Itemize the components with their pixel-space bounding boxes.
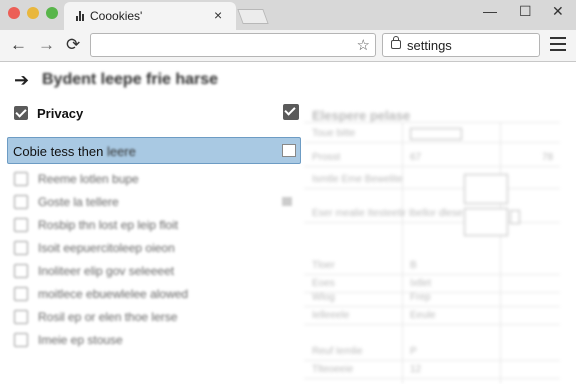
details-row-label: Tloer	[312, 260, 335, 271]
details-row-label: Prosst	[312, 152, 341, 163]
lock-icon	[391, 36, 401, 49]
hamburger-menu-icon[interactable]	[550, 37, 566, 51]
details-widget-3[interactable]	[510, 210, 520, 224]
cookie-options-list: Reeme lotlen bupe Goste la tellere Rosbip …	[14, 170, 304, 354]
new-tab-button[interactable]	[237, 9, 269, 24]
details-row-value: Ixtlet	[410, 278, 432, 289]
details-row-value: 12	[410, 364, 422, 375]
list-item-label: Goste la tellere	[38, 195, 119, 209]
details-row-label: Ielleeele	[312, 310, 350, 321]
details-row-value: B	[410, 260, 417, 271]
details-row-value: 67	[410, 152, 422, 163]
list-item-label: moitlece ebuewlelee alowed	[38, 287, 189, 301]
details-side-value: 78	[542, 152, 554, 163]
details-row-label: Eoes	[312, 278, 335, 289]
zoom-window-dot[interactable]	[46, 7, 58, 19]
list-item-label: Rosil ep or elen thoe lerse	[38, 310, 178, 324]
details-row-label: Wlog	[312, 292, 335, 303]
forward-arrow-icon[interactable]: →	[38, 35, 55, 55]
details-row-value: Frep	[410, 292, 431, 303]
details-row-label: Tlteoeeie	[312, 364, 354, 375]
bookmark-star-icon[interactable]: ☆	[357, 36, 370, 54]
settings-page: ➔ Bydent leepe frie harse Privacy Cobie …	[0, 62, 576, 384]
list-item[interactable]: Imeie ep stouse	[14, 331, 304, 354]
arrow-right-icon: ➔	[14, 70, 30, 90]
list-item-checkbox[interactable]	[14, 172, 28, 186]
list-item-checkbox[interactable]	[14, 333, 28, 347]
details-heading: Elespere pelase	[312, 108, 411, 123]
maximize-icon[interactable]: ☐	[519, 3, 532, 20]
details-row-label: Toue bitte	[312, 128, 356, 139]
close-icon[interactable]: ✕	[552, 3, 564, 20]
list-item[interactable]: Rosil ep or elen thoe lerse	[14, 308, 304, 331]
bar-chart-icon	[76, 11, 86, 21]
list-item-checkbox[interactable]	[14, 264, 28, 278]
list-item-checkbox[interactable]	[14, 287, 28, 301]
browser-window: Coookies' × — ☐ ✕ ← → ⟳ ☆ settings ➔ Byd…	[0, 0, 576, 384]
list-item-label: Rosbip thn lost ep leip floit	[38, 218, 179, 232]
list-item-label: Reeme lotlen bupe	[38, 172, 139, 186]
list-item-checkbox[interactable]	[14, 310, 28, 324]
selected-cookie-label: Cobie tess then leere	[13, 144, 136, 159]
list-item[interactable]: Reeme lotlen bupe	[14, 170, 304, 193]
browser-toolbar: ← → ⟳ ☆ settings	[0, 30, 576, 62]
list-item-label: Inoliteer elip gov seleeeet	[38, 264, 175, 278]
reload-icon[interactable]: ⟳	[66, 35, 80, 55]
list-item[interactable]: Isoit eepuercitoleep oieon	[14, 239, 304, 262]
minimize-icon[interactable]: —	[483, 3, 497, 19]
list-item[interactable]: Inoliteer elip gov seleeeet	[14, 262, 304, 285]
title-bar: Coookies' × — ☐ ✕	[0, 0, 576, 30]
list-item-indicator	[282, 197, 292, 206]
list-item-label: Imeie ep stouse	[38, 333, 123, 347]
details-row-label: Eser mealie Itesteetir Ibellor dlese	[312, 208, 463, 219]
selected-cookie-row[interactable]: Cobie tess then leere	[7, 137, 301, 164]
details-widget[interactable]	[464, 174, 508, 204]
list-item-label: Isoit eepuercitoleep oieon	[38, 241, 175, 255]
details-row-label: Reuf Iemlie	[312, 346, 363, 357]
privacy-label: Privacy	[37, 106, 84, 121]
page-title: Bydent leepe frie harse	[42, 71, 219, 88]
selected-cookie-checkbox[interactable]	[282, 144, 296, 157]
details-row-value: Eeule	[410, 310, 436, 321]
details-input[interactable]	[410, 128, 462, 140]
list-item[interactable]: Goste la tellere	[14, 193, 304, 216]
details-row-label: Ismtle Eme Bewelite	[312, 174, 403, 185]
details-widget-2[interactable]	[464, 208, 508, 236]
tab-title: Coookies'	[90, 9, 143, 23]
address-bar[interactable]: ☆	[90, 33, 376, 57]
details-panel: Elespere pelase Toue bitte Prosst 67 Ismtle…	[304, 100, 560, 384]
settings-address-field[interactable]: settings	[382, 33, 540, 57]
privacy-toggle-right[interactable]	[283, 104, 299, 120]
back-arrow-icon[interactable]: ←	[10, 35, 27, 55]
list-item[interactable]: moitlece ebuewlelee alowed	[14, 285, 304, 308]
list-item-checkbox[interactable]	[14, 241, 28, 255]
close-window-dot[interactable]	[8, 7, 20, 19]
settings-address-text: settings	[407, 38, 452, 53]
minimize-window-dot[interactable]	[27, 7, 39, 19]
list-item-checkbox[interactable]	[14, 195, 28, 209]
privacy-checkbox[interactable]	[14, 106, 28, 120]
list-item-checkbox[interactable]	[14, 218, 28, 232]
close-tab-icon[interactable]: ×	[214, 8, 222, 22]
list-item[interactable]: Rosbip thn lost ep leip floit	[14, 216, 304, 239]
tab-cookies[interactable]: Coookies' ×	[64, 2, 236, 30]
details-row-value: P	[410, 346, 417, 357]
